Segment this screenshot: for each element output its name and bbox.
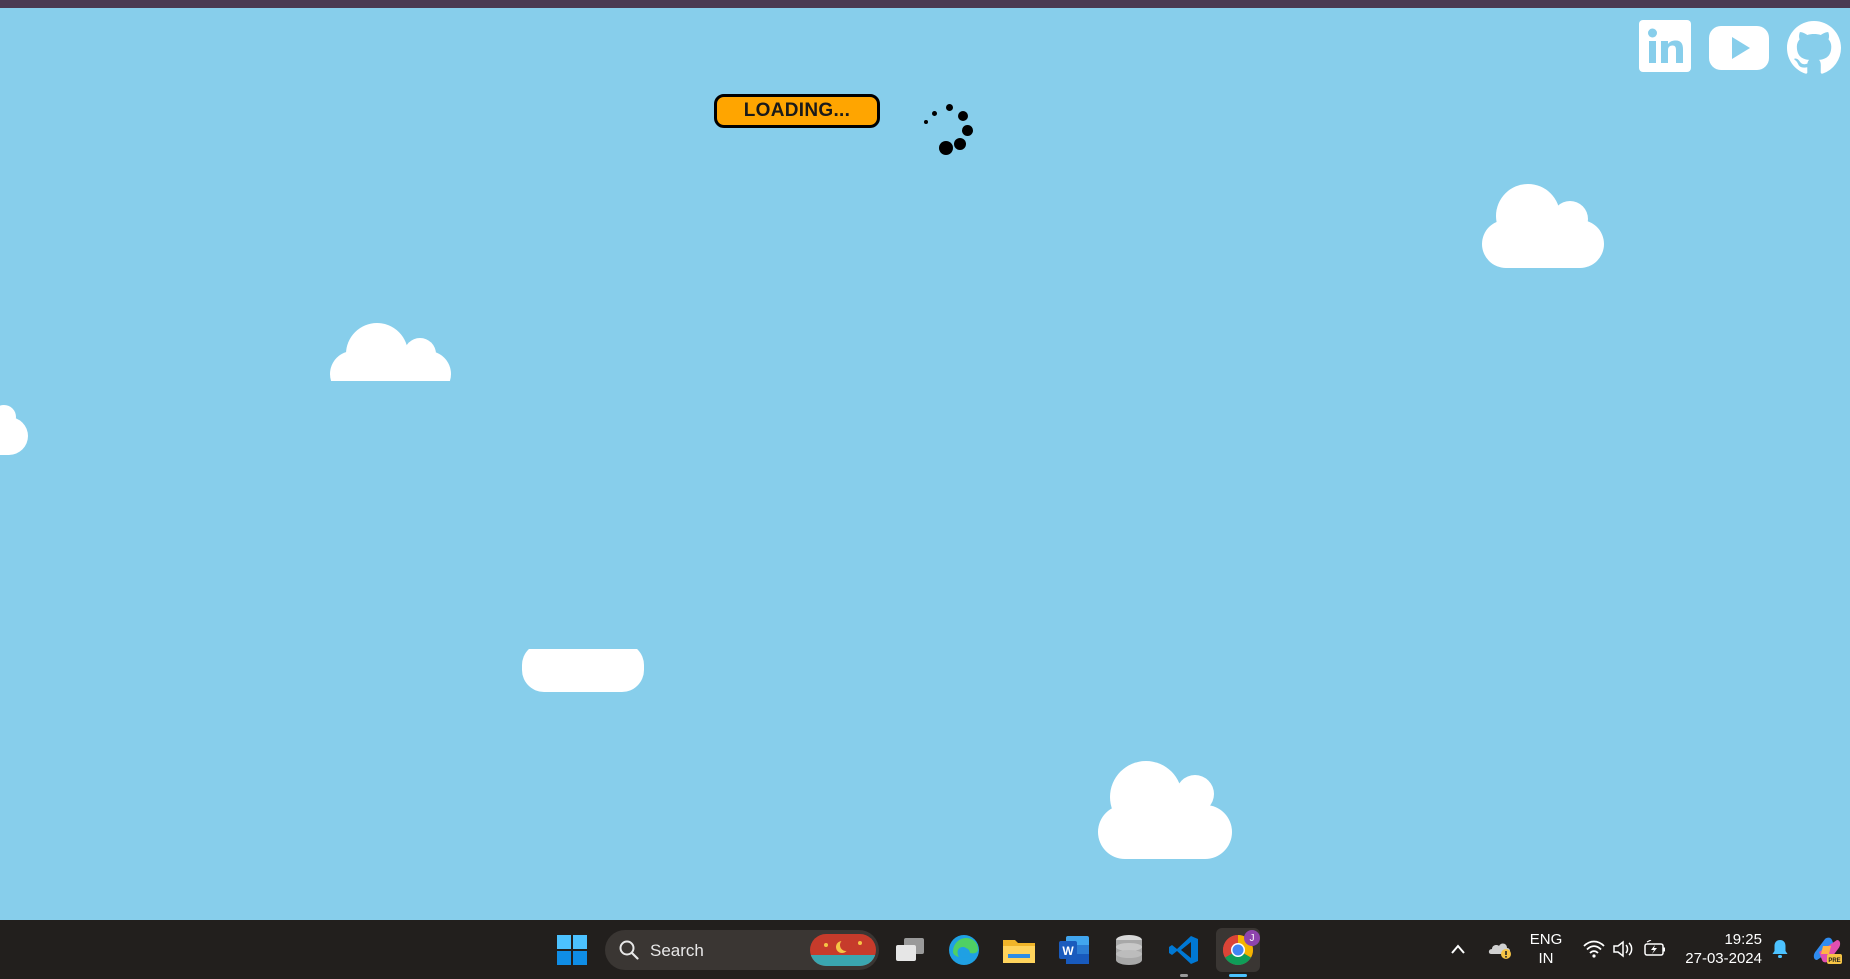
cloud: [522, 649, 644, 692]
chevron-up-icon[interactable]: [1450, 942, 1466, 960]
game-viewport[interactable]: LOADING...: [0, 8, 1850, 920]
search-icon: [619, 940, 639, 960]
file-explorer-icon[interactable]: [997, 928, 1041, 972]
taskbar: Search W J ENG IN 19:25 27-03-2024 PRE: [0, 920, 1850, 979]
edge-icon[interactable]: [942, 928, 986, 972]
chrome-icon[interactable]: J: [1216, 928, 1260, 977]
search-highlight-image: [810, 934, 876, 966]
database-icon[interactable]: [1107, 928, 1151, 972]
linkedin-icon[interactable]: [1639, 20, 1691, 72]
svg-text:W: W: [1062, 944, 1074, 958]
wifi-icon[interactable]: [1583, 940, 1605, 963]
cloud: [1482, 176, 1604, 268]
copilot-icon[interactable]: PRE: [1811, 934, 1843, 971]
word-icon[interactable]: W: [1052, 928, 1096, 972]
loading-button: LOADING...: [714, 94, 880, 128]
vscode-icon[interactable]: [1162, 928, 1206, 977]
taskbar-search-input[interactable]: Search: [605, 930, 879, 970]
volume-icon[interactable]: [1613, 940, 1635, 963]
running-indicator: [1180, 974, 1188, 977]
language-indicator[interactable]: ENG IN: [1528, 930, 1564, 968]
notification-bell-icon[interactable]: [1771, 939, 1789, 964]
search-placeholder: Search: [650, 941, 704, 960]
cloud: [0, 405, 28, 455]
cloud: [1098, 761, 1232, 859]
battery-icon[interactable]: [1643, 939, 1667, 963]
window-top-strip: [0, 0, 1850, 8]
github-icon[interactable]: [1787, 20, 1841, 76]
clock[interactable]: 19:25 27-03-2024: [1682, 930, 1762, 968]
active-indicator: [1229, 974, 1247, 977]
cloud: [330, 323, 451, 381]
chrome-profile-badge: J: [1244, 930, 1260, 946]
loading-spinner-icon: [918, 92, 978, 155]
start-icon[interactable]: [550, 928, 594, 972]
youtube-icon[interactable]: [1709, 26, 1769, 70]
onedrive-warning-icon[interactable]: [1488, 940, 1512, 965]
task-view-icon[interactable]: [888, 928, 932, 972]
svg-text:PRE: PRE: [1828, 958, 1840, 964]
